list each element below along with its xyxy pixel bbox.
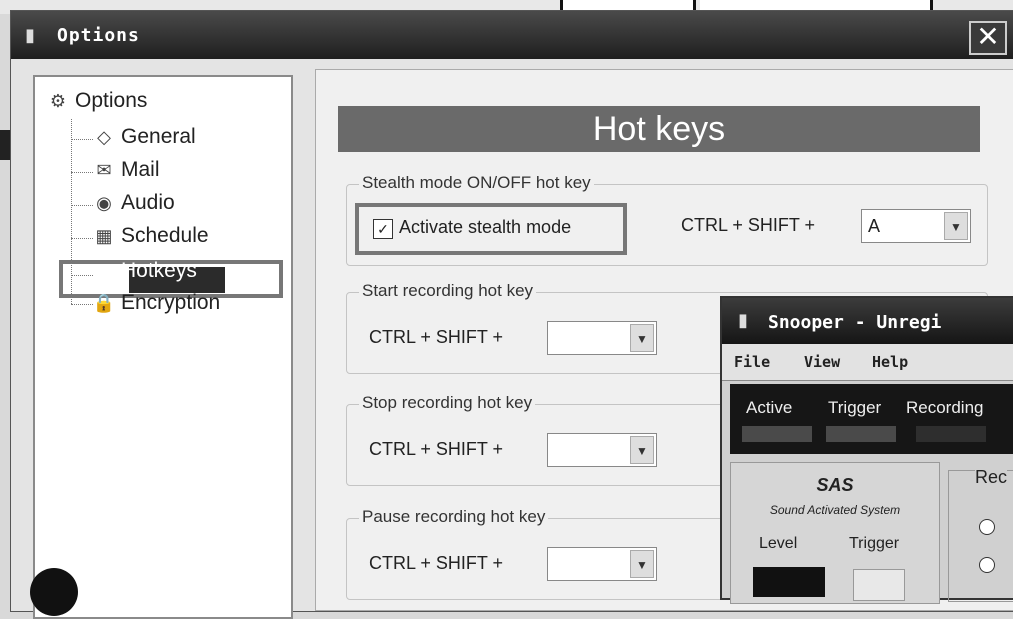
tree-item-label: Audio bbox=[121, 191, 175, 214]
status-recording-label: Recording bbox=[906, 398, 984, 417]
tree-item-hotkeys[interactable]: ◆ Hotkeys bbox=[93, 259, 197, 283]
group-title: Stealth mode ON/OFF hot key bbox=[359, 173, 594, 193]
modifier-label: CTRL + SHIFT + bbox=[369, 327, 504, 347]
modifier-label: CTRL + SHIFT + bbox=[681, 215, 816, 235]
recording-panel: Rec bbox=[948, 467, 1013, 602]
trigger-label: Trigger bbox=[849, 535, 900, 552]
snooper-title: Snooper - Unregi bbox=[768, 312, 942, 333]
tree-item-label: Schedule bbox=[121, 224, 209, 247]
checkbox-label: Activate stealth mode bbox=[399, 217, 572, 237]
tree-item-audio[interactable]: ◉ Audio bbox=[93, 191, 175, 215]
tree-item-general[interactable]: ◇ General bbox=[93, 125, 196, 149]
tree-item-label: Encryption bbox=[121, 291, 221, 314]
sas-title: SAS bbox=[816, 475, 854, 495]
tree-connector bbox=[71, 172, 93, 173]
mail-icon: ✉ bbox=[96, 159, 112, 180]
encryption-icon: 🔒 bbox=[92, 292, 116, 313]
select-value: A bbox=[868, 216, 881, 236]
background-window-fragment bbox=[700, 0, 933, 10]
tree-item-encryption[interactable]: 🔒 Encryption bbox=[93, 291, 220, 315]
schedule-icon: ▦ bbox=[95, 225, 113, 246]
recording-indicator bbox=[916, 426, 986, 442]
status-trigger-label: Trigger bbox=[828, 398, 882, 417]
tree-connector bbox=[71, 304, 93, 305]
rec-label: Rec bbox=[975, 467, 1008, 488]
stealth-checkbox[interactable]: ✓ bbox=[373, 219, 393, 239]
audio-icon: ◉ bbox=[96, 192, 112, 213]
start-key-select[interactable]: ▼ bbox=[547, 321, 657, 355]
pause-key-select[interactable]: ▼ bbox=[547, 547, 657, 581]
options-tree: ⚙ Options ◇ General ✉ Mail ◉ Audio ▦ Sch… bbox=[33, 75, 293, 619]
app-icon: ▮ bbox=[25, 25, 35, 45]
stealth-hotkey-group: Stealth mode ON/OFF hot key ✓ Activate s… bbox=[346, 173, 988, 266]
level-label: Level bbox=[759, 535, 798, 552]
tree-item-mail[interactable]: ✉ Mail bbox=[93, 158, 160, 182]
tree-connector bbox=[71, 238, 93, 239]
group-title: Stop recording hot key bbox=[359, 393, 536, 413]
tree-item-label: Options bbox=[75, 89, 148, 112]
snooper-window: ▮ Snooper - Unregi File View Help Active… bbox=[720, 296, 1013, 604]
general-icon: ◇ bbox=[97, 126, 111, 147]
rec-radio-option[interactable] bbox=[979, 519, 995, 535]
trigger-slider[interactable] bbox=[853, 569, 905, 601]
rec-radio-option[interactable] bbox=[979, 557, 995, 573]
chevron-down-icon[interactable]: ▼ bbox=[944, 212, 968, 240]
hotkeys-icon: ◆ bbox=[97, 260, 111, 281]
status-active-label: Active bbox=[746, 398, 793, 417]
close-button[interactable]: ✕ bbox=[969, 21, 1007, 55]
menu-file[interactable]: File bbox=[734, 353, 770, 371]
close-icon: ✕ bbox=[976, 21, 1000, 52]
snooper-menubar: File View Help bbox=[722, 344, 1013, 381]
chevron-down-icon[interactable]: ▼ bbox=[630, 550, 654, 578]
chevron-down-icon[interactable]: ▼ bbox=[630, 436, 654, 464]
stealth-key-select[interactable]: A ▼ bbox=[861, 209, 971, 243]
group-title: Start recording hot key bbox=[359, 281, 537, 301]
panel-heading: Hot keys bbox=[338, 106, 980, 152]
tree-connector bbox=[71, 139, 93, 140]
snooper-status-bar: Active Trigger Recording bbox=[730, 384, 1013, 454]
stop-key-select[interactable]: ▼ bbox=[547, 433, 657, 467]
modifier-label: CTRL + SHIFT + bbox=[369, 439, 504, 459]
chevron-down-icon[interactable]: ▼ bbox=[630, 324, 654, 352]
dialog-titlebar[interactable]: ▮ Options ✕ bbox=[11, 11, 1013, 59]
tree-item-label: General bbox=[121, 125, 196, 148]
desktop-icon-fragment bbox=[30, 568, 78, 616]
modifier-label: CTRL + SHIFT + bbox=[369, 553, 504, 573]
background-window-fragment bbox=[560, 0, 696, 10]
menu-help[interactable]: Help bbox=[872, 353, 908, 371]
menu-view[interactable]: View bbox=[804, 353, 840, 371]
dialog-title: Options bbox=[57, 25, 140, 46]
tree-connector bbox=[71, 205, 93, 206]
options-icon: ⚙ bbox=[49, 90, 67, 111]
tree-item-options[interactable]: ⚙ Options bbox=[47, 89, 147, 113]
stealth-checkbox-highlight: ✓ Activate stealth mode bbox=[355, 203, 627, 255]
app-icon: ▮ bbox=[738, 310, 748, 330]
tree-item-label: Mail bbox=[121, 158, 160, 181]
level-meter bbox=[753, 567, 825, 597]
tree-item-schedule[interactable]: ▦ Schedule bbox=[93, 224, 209, 248]
trigger-indicator bbox=[826, 426, 896, 442]
snooper-titlebar[interactable]: ▮ Snooper - Unregi bbox=[722, 298, 1013, 344]
sas-panel: SAS Sound Activated System Level Trigger bbox=[730, 462, 940, 604]
group-title: Pause recording hot key bbox=[359, 507, 549, 527]
active-indicator bbox=[742, 426, 812, 442]
sas-subtitle: Sound Activated System bbox=[769, 503, 901, 517]
tree-item-label: Hotkeys bbox=[121, 259, 197, 282]
